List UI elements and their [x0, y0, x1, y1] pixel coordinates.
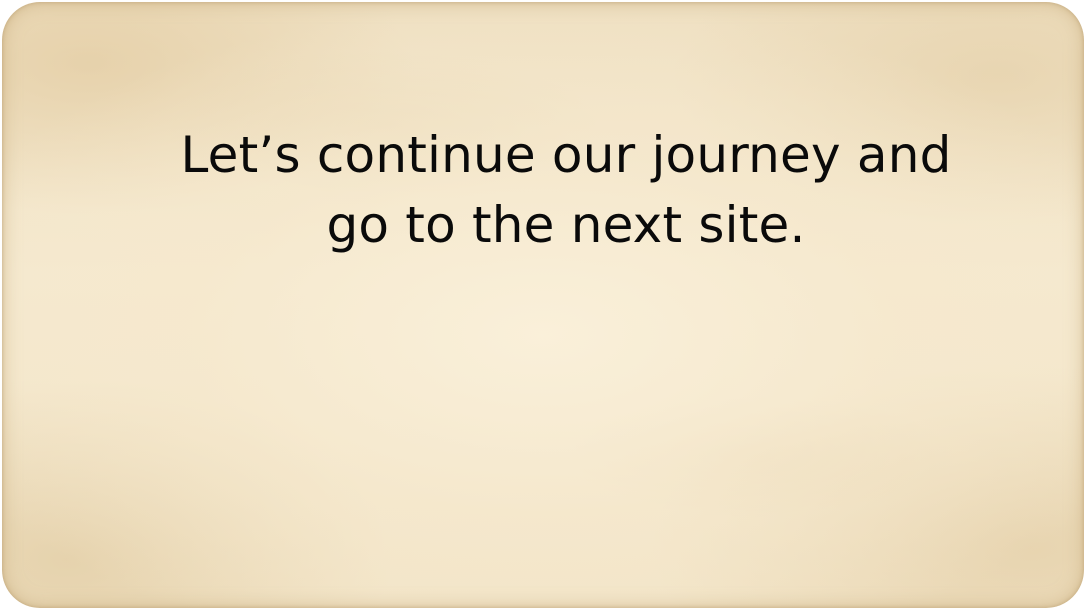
message-line-1: Let’s continue our journey and [180, 126, 952, 184]
message-text: Let’s continue our journey and go to the… [2, 120, 1084, 260]
parchment-card: Let’s continue our journey and go to the… [2, 2, 1084, 608]
message-line-2: go to the next site. [326, 196, 806, 254]
